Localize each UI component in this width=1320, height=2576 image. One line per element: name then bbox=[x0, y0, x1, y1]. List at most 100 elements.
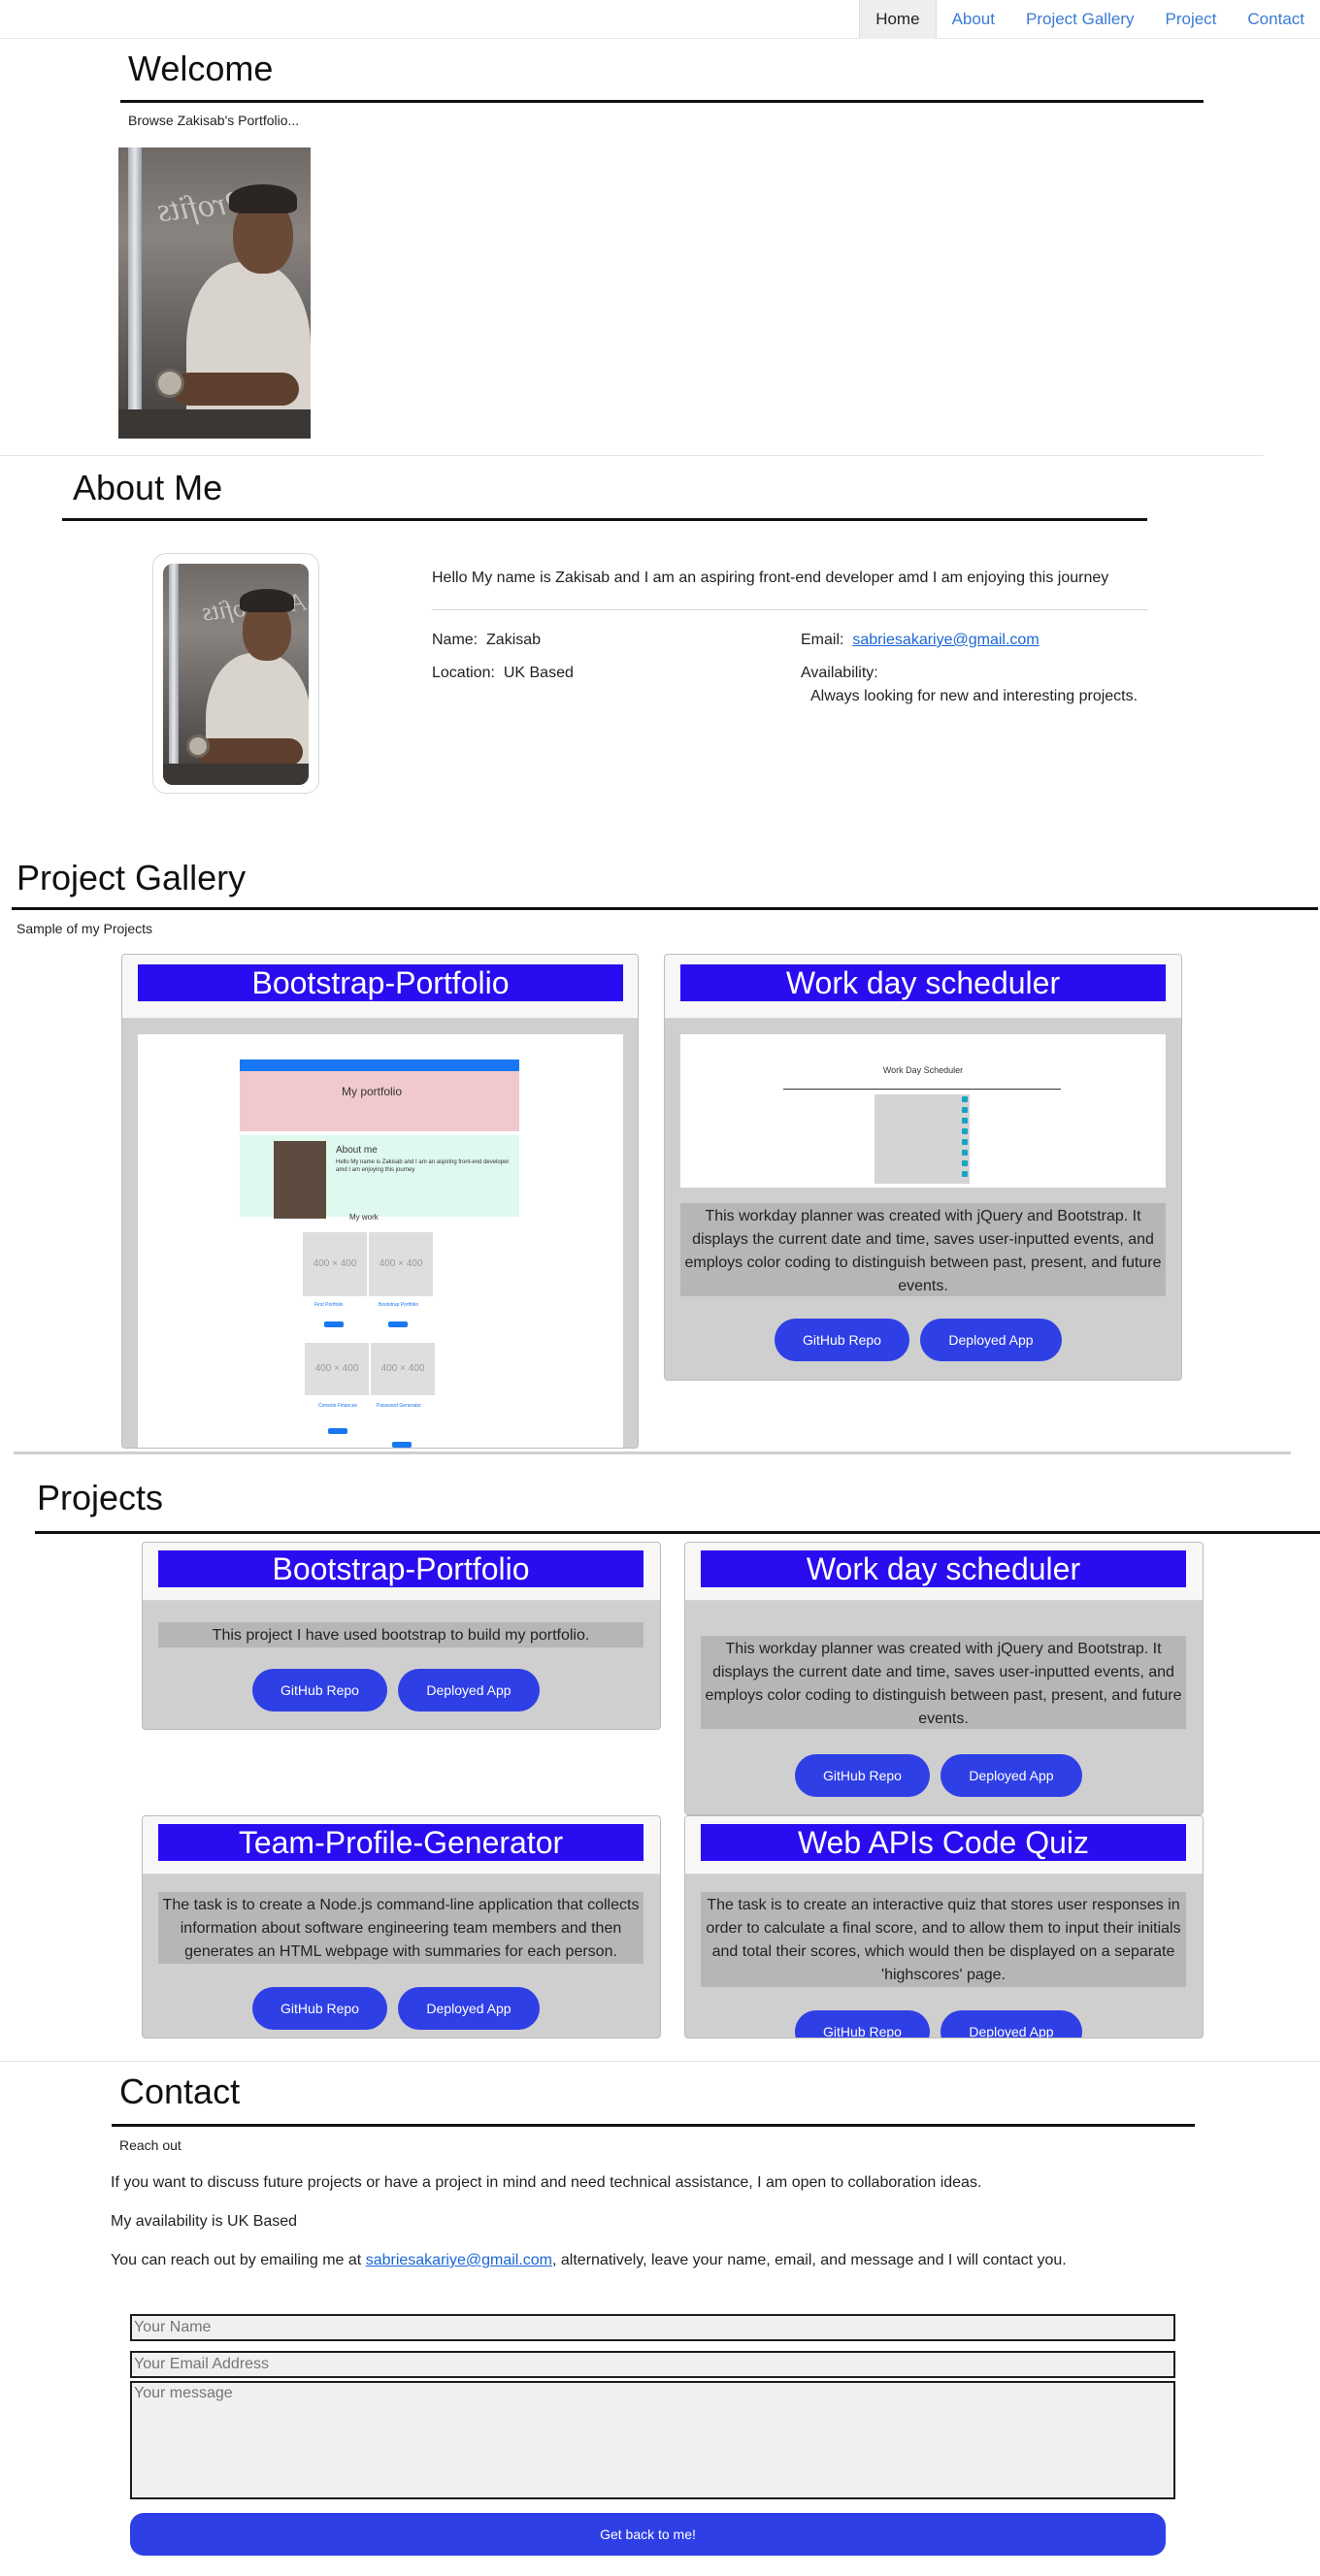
github-repo-button[interactable]: GitHub Repo bbox=[252, 1669, 387, 1712]
deployed-app-button[interactable]: Deployed App bbox=[940, 1754, 1082, 1797]
preview-save-button bbox=[962, 1150, 968, 1156]
preview-app-title: Work Day Scheduler bbox=[882, 1065, 964, 1075]
projects-title: Projects bbox=[37, 1478, 164, 1517]
github-repo-button[interactable]: GitHub Repo bbox=[795, 2010, 930, 2038]
card-title: Bootstrap-Portfolio bbox=[158, 1550, 644, 1587]
deployed-app-button[interactable]: Deployed App bbox=[920, 1319, 1062, 1361]
preview-button bbox=[324, 1321, 344, 1327]
contact-email-tail: , alternatively, leave your name, email,… bbox=[552, 2252, 1067, 2268]
name-input[interactable] bbox=[130, 2314, 1175, 2341]
preview-about-text: Hello My name is Zakisab and I am an asp… bbox=[336, 1159, 510, 1173]
contact-paragraph-availability: My availability is UK Based bbox=[111, 2213, 298, 2230]
availability-label: Availability: bbox=[801, 665, 878, 681]
preview-tile-name-4: Password Generator bbox=[377, 1403, 421, 1409]
preview-photo bbox=[274, 1141, 326, 1219]
portfolio-preview-image: My portfolio About me Hello My name is Z… bbox=[138, 1034, 623, 1448]
preview-tile-name-2: Bootstrap Portfolio bbox=[379, 1302, 419, 1308]
preview-button bbox=[328, 1428, 347, 1434]
name-value: Zakisab bbox=[486, 632, 542, 648]
preview-button bbox=[392, 1442, 412, 1448]
about-divider bbox=[432, 609, 1148, 610]
contact-email-lead: You can reach out by emailing me at bbox=[111, 2252, 366, 2268]
submit-button[interactable]: Get back to me! bbox=[130, 2513, 1166, 2556]
scheduler-preview-image: Work Day Scheduler bbox=[680, 1034, 1166, 1188]
contact-email-link[interactable]: sabriesakariye@gmail.com bbox=[366, 2252, 552, 2268]
gallery-subtitle: Sample of my Projects bbox=[16, 921, 153, 936]
about-title: About Me bbox=[73, 468, 223, 507]
nav-item-home[interactable]: Home bbox=[859, 0, 937, 39]
about-name-row: Name: Zakisab bbox=[432, 632, 541, 649]
card-description: The task is to create an interactive qui… bbox=[701, 1892, 1186, 1987]
welcome-subtitle: Browse Zakisab's Portfolio... bbox=[128, 113, 300, 128]
watch-graphic bbox=[155, 369, 184, 398]
message-textarea[interactable] bbox=[130, 2381, 1175, 2499]
gallery-rule bbox=[12, 907, 1318, 910]
card-description: The task is to create a Node.js command-… bbox=[158, 1892, 644, 1964]
card-title: Team-Profile-Generator bbox=[158, 1824, 644, 1861]
preview-button bbox=[388, 1321, 408, 1327]
gallery-card-bootstrap-portfolio: Bootstrap-Portfolio My portfolio About m… bbox=[121, 954, 639, 1449]
project-card-web-apis-code-quiz: Web APIs Code Quiz The task is to create… bbox=[684, 1815, 1204, 2038]
preview-navbar bbox=[240, 1060, 519, 1071]
email-link[interactable]: sabriesakariye@gmail.com bbox=[852, 632, 1039, 648]
preview-save-button bbox=[962, 1128, 968, 1134]
card-description: This workday planner was created with jQ… bbox=[701, 1636, 1186, 1729]
card-title: Work day scheduler bbox=[680, 964, 1166, 1001]
nav-item-about[interactable]: About bbox=[937, 0, 1010, 39]
card-title: Work day scheduler bbox=[701, 1550, 1186, 1587]
deployed-app-button[interactable]: Deployed App bbox=[940, 2010, 1082, 2038]
gallery-card-work-day-scheduler: Work day scheduler Work Day Scheduler Th… bbox=[664, 954, 1182, 1381]
card-title: Bootstrap-Portfolio bbox=[138, 964, 623, 1001]
preview-save-button bbox=[962, 1139, 968, 1145]
preview-hero bbox=[240, 1071, 519, 1131]
email-label: Email: bbox=[801, 632, 844, 648]
preview-tile-1: 400 × 400 bbox=[303, 1232, 367, 1296]
about-intro: Hello My name is Zakisab and I am an asp… bbox=[432, 570, 1109, 586]
watch-graphic bbox=[186, 734, 210, 758]
github-repo-button[interactable]: GitHub Repo bbox=[775, 1319, 909, 1361]
section-divider bbox=[0, 2061, 1320, 2062]
arm-graphic bbox=[173, 373, 299, 406]
project-card-bootstrap-portfolio: Bootstrap-Portfolio This project I have … bbox=[142, 1542, 661, 1730]
nav-item-project-gallery[interactable]: Project Gallery bbox=[1010, 0, 1149, 39]
preview-tile-4: 400 × 400 bbox=[371, 1343, 435, 1395]
contact-paragraph-email: You can reach out by emailing me at sabr… bbox=[111, 2252, 1067, 2269]
preview-time-grid bbox=[874, 1094, 970, 1184]
preview-work-title: My work bbox=[349, 1213, 379, 1222]
preview-tile-name-3: Console Finances bbox=[318, 1403, 358, 1409]
preview-save-button bbox=[962, 1118, 968, 1124]
table-graphic bbox=[163, 764, 309, 785]
preview-tile-3: 400 × 400 bbox=[305, 1343, 369, 1395]
project-card-work-day-scheduler: Work day scheduler This workday planner … bbox=[684, 1542, 1204, 1815]
email-input[interactable] bbox=[130, 2351, 1175, 2378]
about-profile-photo: All Profits bbox=[163, 564, 309, 785]
cap-graphic bbox=[229, 184, 297, 213]
top-navbar: Home About Project Gallery Project Conta… bbox=[0, 0, 1320, 39]
cap-graphic bbox=[240, 589, 294, 612]
projects-rule bbox=[35, 1531, 1320, 1534]
about-photo-frame: All Profits bbox=[152, 553, 319, 794]
nav-item-project[interactable]: Project bbox=[1149, 0, 1232, 39]
section-divider bbox=[14, 1451, 1291, 1454]
location-label: Location: bbox=[432, 665, 495, 681]
about-location-row: Location: UK Based bbox=[432, 665, 574, 682]
preview-tile-name-1: First Portfolio bbox=[314, 1302, 344, 1308]
contact-title: Contact bbox=[119, 2071, 241, 2111]
github-repo-button[interactable]: GitHub Repo bbox=[252, 1987, 387, 2030]
gallery-title: Project Gallery bbox=[16, 858, 247, 897]
preview-hero-title: My portfolio bbox=[342, 1085, 403, 1098]
deployed-app-button[interactable]: Deployed App bbox=[398, 1669, 540, 1712]
window-pole-graphic bbox=[128, 147, 142, 439]
arm-graphic bbox=[196, 738, 303, 766]
nav-item-contact[interactable]: Contact bbox=[1232, 0, 1320, 39]
table-graphic bbox=[118, 409, 311, 439]
preview-rule bbox=[783, 1089, 1061, 1090]
preview-save-button bbox=[962, 1160, 968, 1166]
preview-about-title: About me bbox=[336, 1145, 378, 1156]
card-description: This workday planner was created with jQ… bbox=[680, 1203, 1166, 1296]
preview-tile-2: 400 × 400 bbox=[369, 1232, 433, 1296]
github-repo-button[interactable]: GitHub Repo bbox=[795, 1754, 930, 1797]
contact-subtitle: Reach out bbox=[119, 2137, 182, 2153]
deployed-app-button[interactable]: Deployed App bbox=[398, 1987, 540, 2030]
about-email-row: Email: sabriesakariye@gmail.com bbox=[801, 632, 1040, 649]
